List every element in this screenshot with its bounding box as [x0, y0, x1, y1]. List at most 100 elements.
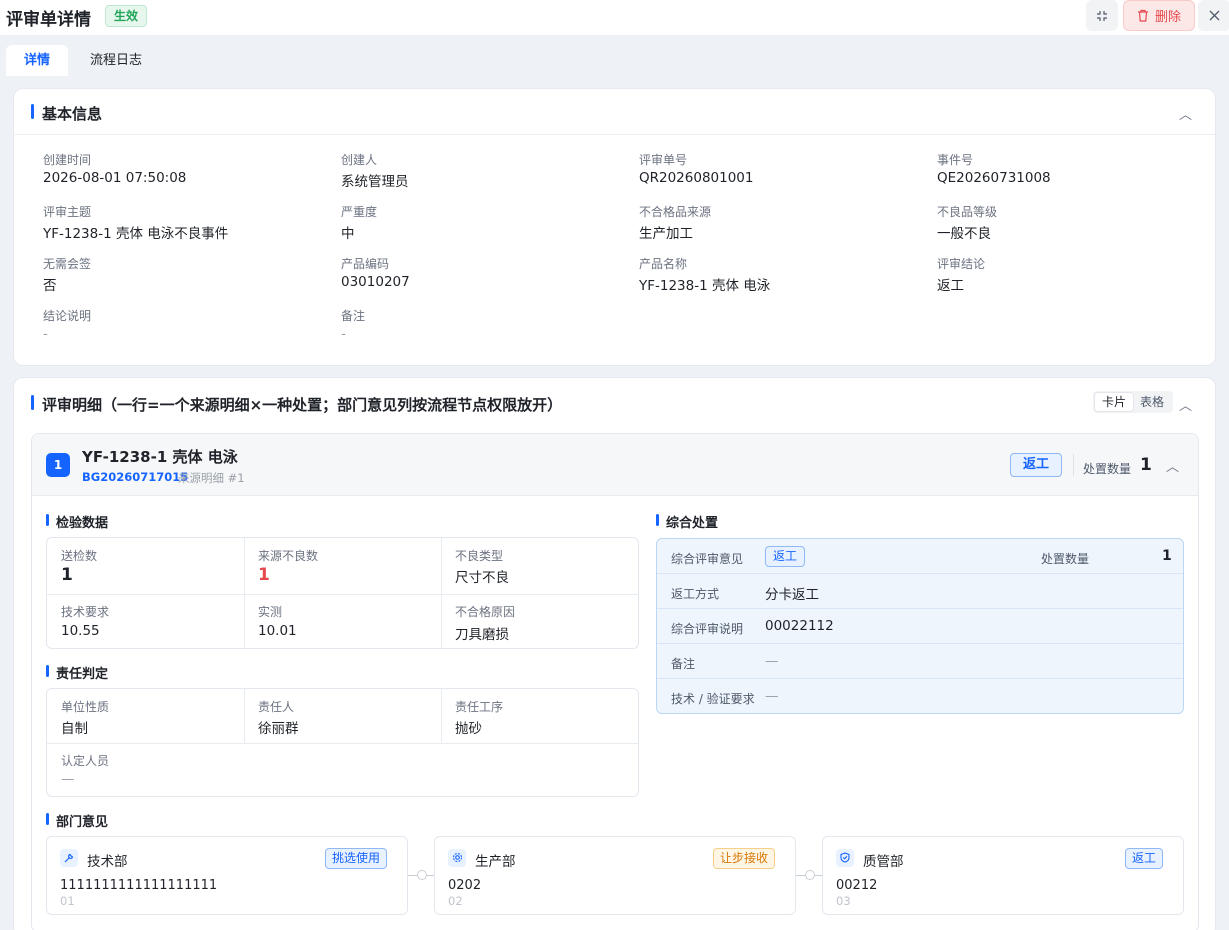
- field-label: 评审主题: [43, 205, 92, 219]
- opinion-tag: 返工: [765, 546, 805, 567]
- basic-info-header[interactable]: 基本信息 ︿: [14, 89, 1215, 135]
- dept-opinion-text: 0202: [448, 878, 482, 893]
- dept-opinion-tag: 让步接收: [712, 848, 775, 869]
- dept-opinions-title: 部门意见: [56, 815, 109, 830]
- item-code-link[interactable]: BG20260717015: [82, 470, 188, 484]
- cell-label: 来源不良数: [258, 549, 319, 563]
- divider: [244, 689, 245, 743]
- summary-row: 综合评审意见 返工 处置数量 1: [657, 539, 1183, 574]
- dept-node-number: 02: [448, 894, 463, 908]
- summary-row: 备注 —: [657, 644, 1183, 679]
- section-marker: [46, 514, 49, 526]
- field-label: 事件号: [937, 153, 974, 167]
- top-bar: 评审单详情 生效 删除: [0, 0, 1229, 36]
- view-table-option[interactable]: 表格: [1133, 393, 1171, 411]
- review-detail-title: 评审明细（一行=一个来源明细×一种处置；部门意见列按流程节点权限放开）: [42, 396, 563, 414]
- cell-label: 单位性质: [61, 700, 110, 714]
- field-value: YF-1238-1 壳体 电泳: [639, 278, 771, 294]
- field-label: 创建时间: [43, 153, 92, 167]
- field-label: 无需会签: [43, 257, 92, 271]
- summary-qty-value: 1: [1162, 548, 1172, 564]
- chevron-up-icon[interactable]: ︿: [1179, 395, 1192, 414]
- field-label: 严重度: [341, 205, 378, 219]
- section-marker: [31, 104, 34, 119]
- section-marker: [46, 813, 49, 825]
- field-label: 评审单号: [639, 153, 688, 167]
- field-value: 2026-08-01 07:50:08: [43, 170, 187, 186]
- flow-connector-dot: [805, 870, 815, 880]
- item-header[interactable]: 1 YF-1238-1 壳体 电泳 BG20260717015 来源明细 #1 …: [32, 434, 1198, 496]
- cell-value: 10.01: [258, 623, 297, 639]
- row-label: 技术 / 验证要求: [671, 692, 755, 706]
- dept-card-tech[interactable]: 技术部 挑选使用 1111111111111111111 01: [46, 836, 408, 915]
- cell-value: 自制: [61, 721, 88, 737]
- item-index-badge: 1: [46, 453, 70, 477]
- opinion-label: 综合评审意见: [671, 552, 744, 566]
- dept-opinion-text: 1111111111111111111: [60, 878, 218, 893]
- inspection-grid: 送检数 1 来源不良数 1 不良类型 尺寸不良 技术要求 10.55 实测 10…: [46, 537, 639, 649]
- summary-title: 综合处置: [666, 516, 719, 531]
- chevron-up-icon[interactable]: ︿: [1166, 456, 1179, 475]
- tab-bar: 详情 流程日志: [0, 37, 1229, 77]
- field-label: 不良品等级: [937, 205, 998, 219]
- inspection-title: 检验数据: [56, 516, 109, 531]
- dept-card-quality[interactable]: 质管部 返工 00212 03: [822, 836, 1184, 915]
- dept-name: 质管部: [863, 854, 904, 870]
- view-card-option[interactable]: 卡片: [1095, 393, 1133, 411]
- section-marker: [46, 665, 49, 677]
- field-label: 产品名称: [639, 257, 688, 271]
- field-value: 中: [341, 226, 355, 242]
- cell-label: 责任工序: [455, 700, 504, 714]
- field-value: QE20260731008: [937, 170, 1051, 186]
- status-badge: 生效: [105, 5, 148, 27]
- cell-label: 送检数: [61, 549, 98, 563]
- view-toggle[interactable]: 卡片 表格: [1093, 391, 1173, 413]
- chevron-up-icon[interactable]: ︿: [1179, 104, 1192, 123]
- delete-button[interactable]: 删除: [1123, 0, 1195, 31]
- cell-label: 责任人: [258, 700, 295, 714]
- cell-value: 1: [258, 565, 270, 585]
- field-value: 生产加工: [639, 226, 693, 242]
- cell-value: —: [61, 771, 75, 787]
- dept-name: 技术部: [87, 854, 128, 870]
- tab-process-log[interactable]: 流程日志: [80, 45, 152, 76]
- field-label: 结论说明: [43, 309, 92, 323]
- tab-details[interactable]: 详情: [6, 45, 68, 76]
- row-value: —: [765, 653, 779, 669]
- summary-row: 综合评审说明 00022112: [657, 609, 1183, 644]
- cell-value: 1: [61, 565, 73, 585]
- basic-info-card: 基本信息 ︿ 创建时间 2026-08-01 07:50:08 创建人 系统管理员 评审…: [13, 88, 1216, 366]
- cell-label: 技术要求: [61, 605, 110, 619]
- dept-opinion-tag: 返工: [1124, 848, 1163, 869]
- flow-connector-dot: [417, 870, 427, 880]
- wrench-icon: [60, 849, 78, 867]
- dept-node-number: 01: [60, 894, 75, 908]
- review-detail-header: 评审明细（一行=一个来源明细×一种处置；部门意见列按流程节点权限放开） 卡片 表…: [14, 378, 1215, 424]
- disposition-tag: 返工: [1010, 453, 1062, 477]
- divider: [441, 689, 442, 743]
- row-label: 备注: [671, 657, 696, 671]
- summary-panel: 综合评审意见 返工 处置数量 1 返工方式 分卡返工 综合评审说明 000221…: [656, 538, 1184, 714]
- delete-label: 删除: [1154, 10, 1181, 25]
- summary-row: 技术 / 验证要求 —: [657, 679, 1183, 713]
- collapse-button[interactable]: [1086, 0, 1118, 31]
- field-label: 产品编码: [341, 257, 390, 271]
- compress-icon: [1097, 10, 1107, 21]
- responsibility-title: 责任判定: [56, 667, 109, 682]
- cell-label: 实测: [258, 605, 283, 619]
- section-marker: [31, 395, 34, 410]
- trash-icon: [1137, 9, 1148, 22]
- dept-opinion-text: 00212: [836, 878, 878, 893]
- gear-icon: [448, 849, 466, 867]
- cell-value: 10.55: [61, 623, 100, 639]
- field-value: 一般不良: [937, 226, 991, 242]
- field-value: 否: [43, 278, 57, 294]
- divider: [1073, 454, 1074, 476]
- cell-label: 认定人员: [61, 754, 110, 768]
- page-title: 评审单详情: [6, 10, 91, 30]
- close-button[interactable]: [1198, 0, 1229, 31]
- row-label: 综合评审说明: [671, 622, 744, 636]
- dept-name: 生产部: [475, 854, 516, 870]
- qty-value: 1: [1140, 455, 1152, 475]
- dept-card-production[interactable]: 生产部 让步接收 0202 02: [434, 836, 796, 915]
